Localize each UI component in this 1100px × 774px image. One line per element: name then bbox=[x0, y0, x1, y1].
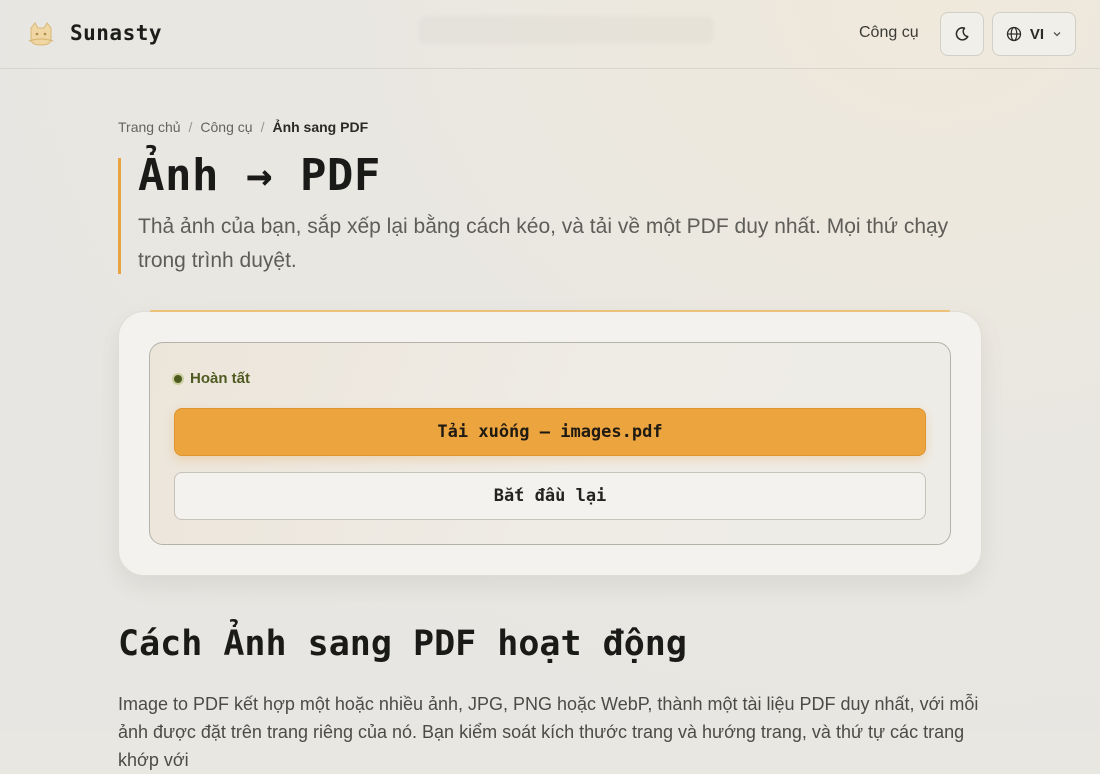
download-button[interactable]: Tải xuống — images.pdf bbox=[174, 408, 926, 456]
brand-name[interactable]: Sunasty bbox=[70, 21, 162, 45]
moon-icon bbox=[955, 27, 969, 41]
section-body: Image to PDF kết hợp một hoặc nhiều ảnh,… bbox=[118, 694, 979, 770]
site-header: Sunasty Công cụ VI bbox=[0, 0, 1100, 69]
language-select-button[interactable]: VI bbox=[992, 12, 1076, 56]
globe-icon bbox=[1006, 26, 1022, 42]
breadcrumb-home[interactable]: Trang chủ bbox=[118, 119, 181, 135]
nav-link-tools[interactable]: Công cụ bbox=[859, 24, 919, 42]
status-dot-icon bbox=[172, 372, 184, 385]
section-title: Cách Ảnh sang PDF hoạt động bbox=[118, 624, 687, 664]
status-row: Hoàn tất bbox=[172, 370, 250, 387]
status-label: Hoàn tất bbox=[190, 370, 250, 387]
cat-logo-icon[interactable] bbox=[26, 19, 56, 49]
title-accent-bar bbox=[118, 158, 121, 274]
breadcrumb-separator: / bbox=[188, 119, 193, 135]
theme-toggle-button[interactable] bbox=[940, 12, 984, 56]
breadcrumb-current: Ảnh sang PDF bbox=[272, 119, 369, 135]
breadcrumb: Trang chủ / Công cụ / Ảnh sang PDF bbox=[118, 119, 368, 135]
card-top-accent bbox=[150, 310, 950, 312]
chevron-down-icon bbox=[1053, 32, 1061, 37]
breadcrumb-tools[interactable]: Công cụ bbox=[200, 119, 252, 135]
language-label: VI bbox=[1029, 25, 1045, 43]
page-subtitle: Thả ảnh của bạn, sắp xếp lại bằng cách k… bbox=[138, 215, 949, 272]
restart-button[interactable]: Bắt đầu lại bbox=[174, 472, 926, 520]
page-title: Ảnh → PDF bbox=[138, 150, 381, 201]
breadcrumb-separator: / bbox=[260, 119, 265, 135]
header-placeholder-bar bbox=[418, 16, 714, 44]
